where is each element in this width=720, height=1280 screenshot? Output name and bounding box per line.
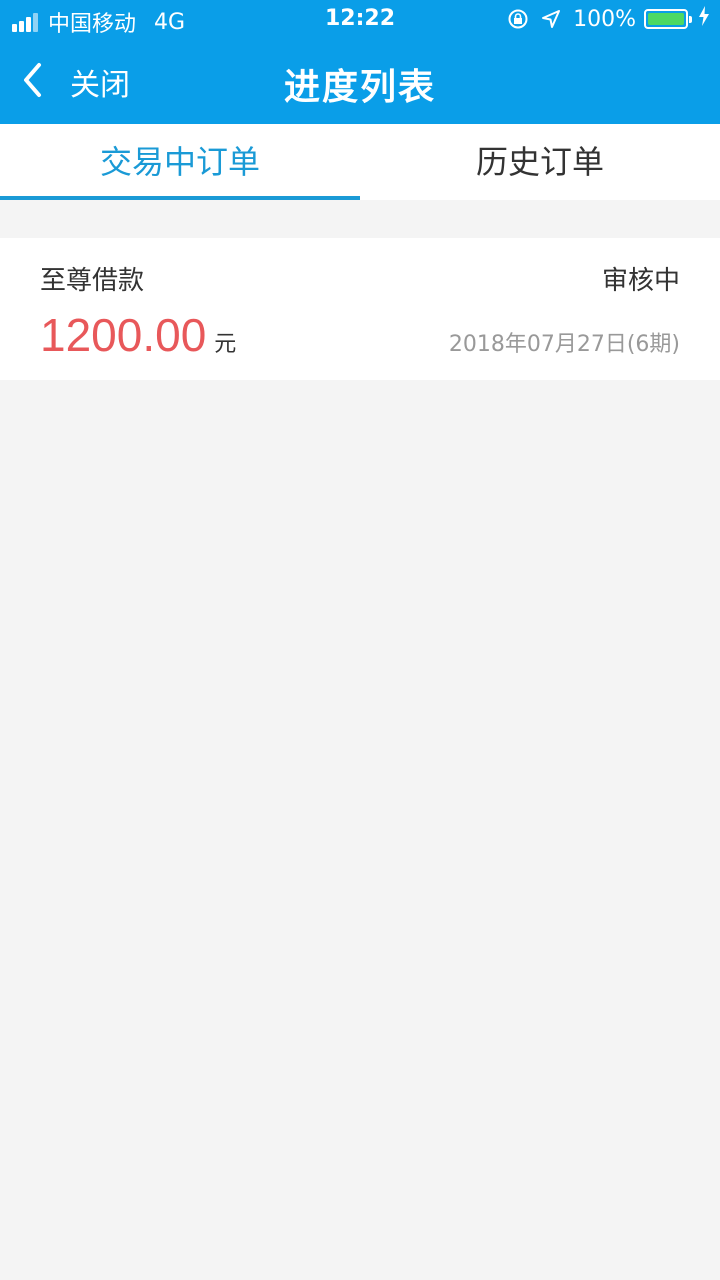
order-date: 2018年07月27日(6期) <box>448 332 680 357</box>
page-title: 进度列表 <box>283 67 436 108</box>
amount-group: 1200.00 元 <box>40 308 236 362</box>
rotation-lock-icon <box>507 8 529 30</box>
order-tabs: 交易中订单 历史订单 <box>0 124 720 200</box>
status-right: 100% <box>507 6 710 32</box>
charging-bolt-icon <box>698 6 710 32</box>
product-name: 至尊借款 <box>40 266 145 296</box>
location-arrow-icon <box>541 9 561 29</box>
battery-percentage: 100% <box>573 6 636 32</box>
battery-icon <box>644 9 692 29</box>
tab-active-orders[interactable]: 交易中订单 <box>0 124 360 200</box>
status-badge: 审核中 <box>601 266 680 296</box>
order-card[interactable]: 至尊借款 审核中 1200.00 元 2018年07月27日(6期) <box>0 238 720 380</box>
status-bar: 中国移动 4G 12:22 100% <box>0 0 720 40</box>
currency-unit: 元 <box>214 332 237 357</box>
tab-history-orders[interactable]: 历史订单 <box>360 124 720 200</box>
nav-bar: 关闭 进度列表 <box>0 40 720 124</box>
loan-amount: 1200.00 <box>40 309 207 361</box>
